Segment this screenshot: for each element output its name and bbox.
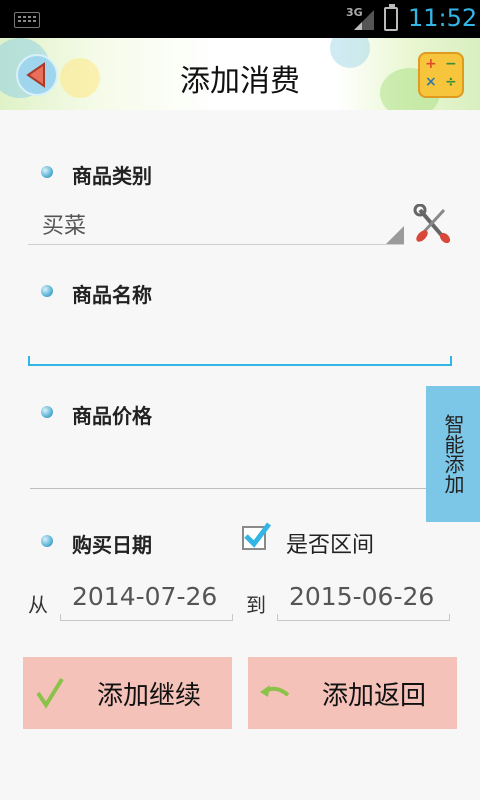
to-date-field[interactable]: 2015-06-26 — [277, 580, 450, 621]
date-label: 购买日期 — [72, 533, 152, 557]
keyboard-icon — [14, 12, 40, 28]
battery-icon — [384, 4, 398, 31]
smart-add-button[interactable]: 智能添加 — [426, 386, 480, 522]
add-return-label: 添加返回 — [322, 681, 427, 711]
signal-icon — [354, 10, 374, 30]
smart-add-label: 智能添加 — [441, 414, 465, 494]
bullet-icon — [41, 535, 53, 547]
to-label: 到 — [246, 593, 266, 617]
category-value: 买菜 — [42, 214, 87, 239]
app-header: 添加消费 + − × ÷ — [0, 38, 480, 110]
category-spinner[interactable]: 买菜 — [28, 200, 404, 245]
calculator-icon: + — [425, 56, 437, 72]
return-arrow-icon — [260, 685, 290, 697]
price-label: 商品价格 — [72, 404, 152, 428]
from-label: 从 — [28, 593, 48, 617]
checkmark-icon — [36, 677, 64, 709]
checkmark-icon — [244, 522, 271, 548]
name-input[interactable] — [28, 356, 452, 366]
bullet-icon — [41, 406, 53, 418]
from-date-field[interactable]: 2014-07-26 — [60, 580, 233, 621]
add-continue-label: 添加继续 — [97, 681, 202, 711]
bullet-icon — [41, 166, 53, 178]
bullet-icon — [41, 285, 53, 297]
range-checkbox-label: 是否区间 — [286, 533, 375, 558]
page-title: 添加消费 — [180, 64, 300, 99]
status-time: 11:52 — [408, 4, 478, 32]
range-checkbox[interactable] — [242, 522, 271, 550]
add-continue-button[interactable]: 添加继续 — [23, 657, 232, 729]
category-label: 商品类别 — [72, 164, 152, 188]
to-date-value: 2015-06-26 — [289, 582, 435, 611]
from-date-value: 2014-07-26 — [72, 582, 218, 611]
status-bar: 3G 11:52 — [0, 0, 480, 38]
price-input[interactable] — [30, 450, 426, 489]
tools-icon[interactable] — [412, 204, 452, 244]
spinner-arrow-icon — [386, 226, 404, 244]
calculator-button[interactable]: + − × ÷ — [418, 52, 464, 98]
add-return-button[interactable]: 添加返回 — [248, 657, 457, 729]
name-label: 商品名称 — [72, 283, 152, 307]
